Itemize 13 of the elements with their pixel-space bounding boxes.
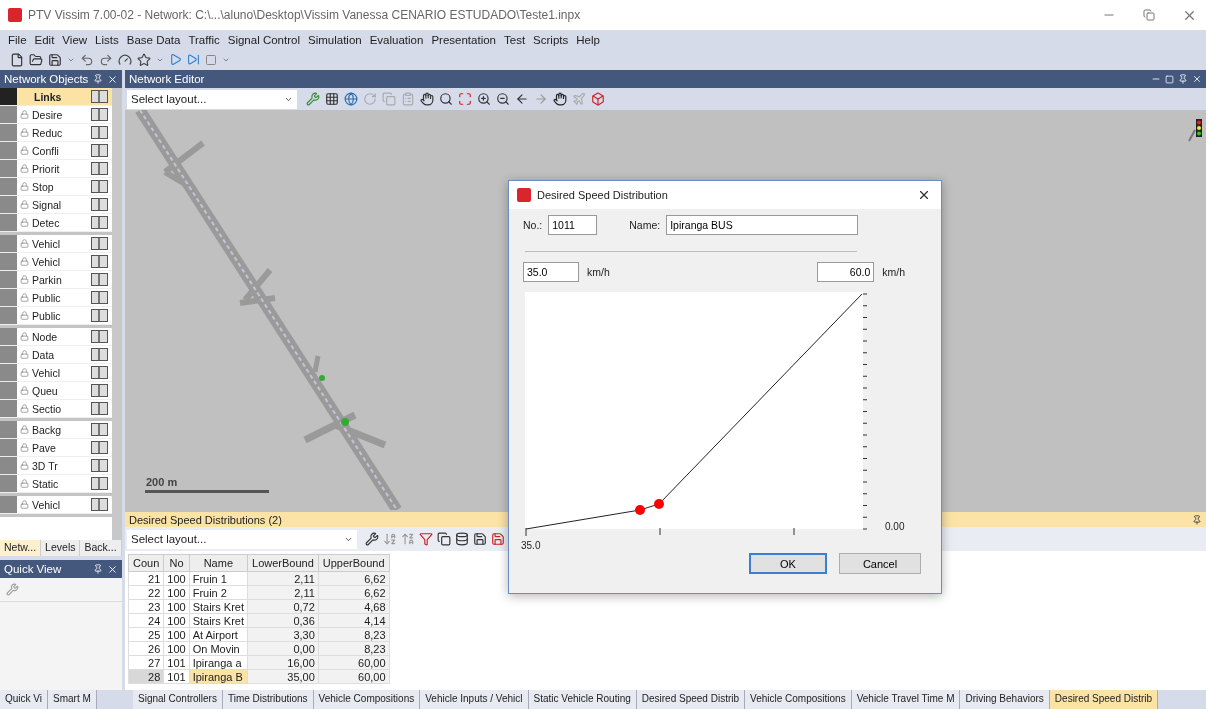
- panel-title: Quick View: [4, 563, 62, 575]
- unit-label: km/h: [587, 266, 610, 278]
- panel-title: Network Editor: [129, 73, 205, 85]
- panel-title: Network Objects: [4, 73, 89, 85]
- dialog-title: Desired Speed Distribution: [537, 189, 669, 201]
- field-label: No.:: [523, 219, 543, 231]
- scale-label: 200 m: [146, 476, 178, 488]
- axis-label: 35.0: [521, 540, 542, 551]
- axis-label: 0.00: [885, 521, 905, 532]
- window-title: PTV Vissim 7.00-02 - Network: C:\...\aluno\Desktop\Vissim Vanessa CENARIO ESTUDADO\Teste1.inpx: [28, 8, 582, 22]
- field-label: Name:: [629, 219, 661, 231]
- unit-label: km/h: [882, 266, 905, 278]
- panel-title: Desired Speed Distributions (2): [129, 513, 282, 526]
